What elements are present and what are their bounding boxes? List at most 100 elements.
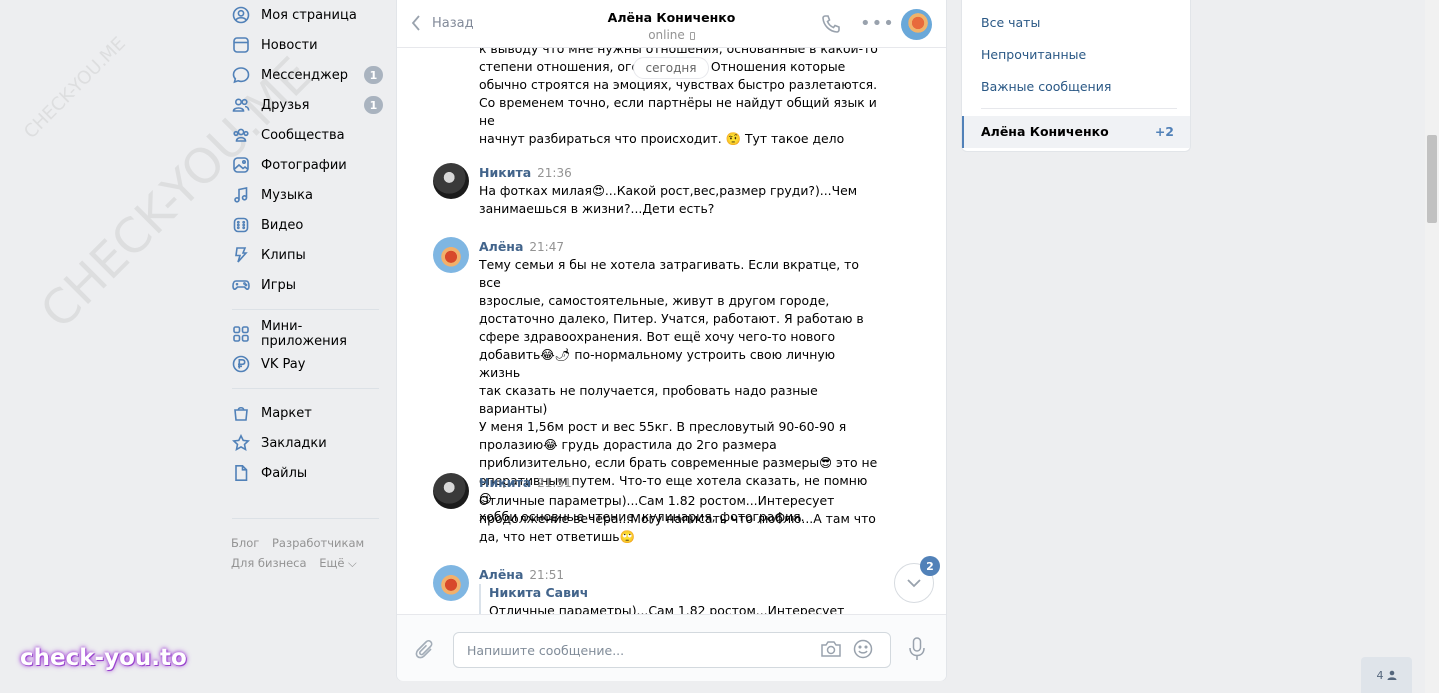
nav-item-label: Клипы bbox=[261, 247, 306, 263]
star-icon bbox=[232, 434, 250, 452]
nav-item-star[interactable]: Закладки bbox=[222, 428, 387, 458]
nav-item-vkpay[interactable]: VK Pay bbox=[222, 349, 387, 379]
nav-divider bbox=[232, 518, 379, 519]
nav-item-label: Сообщества bbox=[261, 127, 345, 143]
left-navigation: Моя страница Новости Мессенджер 1 Друзья 1 Соо… bbox=[222, 0, 387, 573]
file-icon bbox=[232, 464, 250, 482]
nav-item-gamepad[interactable]: Игры bbox=[222, 270, 387, 300]
nav-item-bag[interactable]: Маркет bbox=[222, 398, 387, 428]
nav-item-label: Мини-приложения bbox=[261, 319, 347, 349]
nav-item-news[interactable]: Новости bbox=[222, 30, 387, 60]
message-text: На фотках милая😍...Какой рост,вес,размер… bbox=[479, 183, 858, 216]
camera-button[interactable] bbox=[820, 640, 842, 662]
folder-divider bbox=[981, 108, 1177, 109]
counter-badge: 1 bbox=[364, 66, 383, 84]
footer-business-link[interactable]: Для бизнеса bbox=[231, 556, 307, 570]
nav-item-user[interactable]: Моя страница bbox=[222, 0, 387, 30]
message-author[interactable]: Никита bbox=[479, 475, 531, 490]
page-scrollbar[interactable] bbox=[1425, 0, 1439, 693]
smile-icon bbox=[853, 639, 873, 659]
voice-button[interactable] bbox=[908, 637, 926, 665]
friends-icon bbox=[232, 96, 250, 114]
community-icon bbox=[232, 126, 250, 144]
nav-item-chat[interactable]: Мессенджер 1 bbox=[222, 60, 387, 90]
footer-more-link[interactable]: Ещё ⌵ bbox=[319, 556, 357, 570]
nav-item-video[interactable]: Видео bbox=[222, 210, 387, 240]
scrollbar-thumb[interactable] bbox=[1427, 135, 1437, 223]
diagonal-watermark-small: CHECK-YOU.ME bbox=[20, 33, 130, 143]
camera-icon bbox=[821, 641, 841, 657]
nav-item-label: Мессенджер bbox=[261, 67, 348, 83]
chat-folders: Все чаты Непрочитанные Важные сообщения … bbox=[961, 0, 1191, 152]
message-time: 21:47 bbox=[529, 240, 564, 254]
video-icon bbox=[232, 216, 250, 234]
person-icon bbox=[1387, 670, 1396, 680]
active-chat-count: +2 bbox=[1154, 124, 1174, 139]
chat-icon bbox=[232, 66, 250, 84]
avatar[interactable] bbox=[433, 237, 469, 273]
message-time: 21:51 bbox=[537, 476, 572, 490]
message-text: Отличные параметры)...Сам 1.82 ростом...… bbox=[479, 493, 876, 544]
nav-item-apps[interactable]: Мини-приложения bbox=[222, 319, 387, 349]
nav-item-label: Друзья bbox=[261, 97, 310, 113]
online-friends-button[interactable]: 4 bbox=[1361, 657, 1412, 693]
gamepad-icon bbox=[232, 276, 250, 294]
active-chat-item[interactable]: Алёна Кониченко +2 bbox=[962, 116, 1190, 148]
folder-all-chats[interactable]: Все чаты bbox=[981, 15, 1040, 30]
unread-badge: 2 bbox=[920, 556, 940, 576]
paperclip-icon bbox=[415, 640, 433, 659]
nav-item-label: Закладки bbox=[261, 435, 327, 451]
nav-item-music[interactable]: Музыка bbox=[222, 180, 387, 210]
nav-item-photo[interactable]: Фотографии bbox=[222, 150, 387, 180]
message-time: 21:36 bbox=[537, 166, 572, 180]
nav-item-label: Файлы bbox=[261, 465, 308, 481]
avatar[interactable] bbox=[433, 565, 469, 601]
nav-item-friends[interactable]: Друзья 1 bbox=[222, 90, 387, 120]
nav-item-label: Видео bbox=[261, 217, 304, 233]
counter-badge: 1 bbox=[364, 96, 383, 114]
vkpay-icon bbox=[232, 355, 250, 373]
nav-footer: Блог Разработчикам Для бизнеса Ещё ⌵ bbox=[222, 533, 387, 573]
call-button[interactable] bbox=[821, 14, 841, 38]
forwarded-reply[interactable]: Никита Савич Отличные параметры)...Сам 1… bbox=[479, 584, 879, 614]
nav-item-label: Фотографии bbox=[261, 157, 347, 173]
avatar[interactable] bbox=[433, 163, 469, 199]
chevron-down-icon bbox=[907, 579, 921, 588]
message-author[interactable]: Алёна bbox=[479, 567, 523, 582]
message-list: сегодня к выводу что мне нужны отношения… bbox=[397, 48, 946, 614]
message-composer bbox=[397, 614, 946, 681]
attach-button[interactable] bbox=[415, 639, 435, 665]
nav-item-file[interactable]: Файлы bbox=[222, 458, 387, 488]
news-icon bbox=[232, 36, 250, 54]
avatar[interactable] bbox=[433, 473, 469, 509]
folder-unread[interactable]: Непрочитанные bbox=[981, 47, 1086, 62]
nav-item-clips[interactable]: Клипы bbox=[222, 240, 387, 270]
microphone-icon bbox=[909, 637, 925, 660]
nav-item-label: Моя страница bbox=[261, 7, 357, 23]
scroll-down-button[interactable]: 2 bbox=[894, 556, 940, 603]
date-divider: сегодня bbox=[633, 57, 709, 79]
footer-blog-link[interactable]: Блог bbox=[231, 536, 259, 550]
chat-panel: Назад Алёна Кониченко online ••• сегодня… bbox=[396, 0, 947, 681]
nav-item-label: Игры bbox=[261, 277, 297, 293]
footer-dev-link[interactable]: Разработчикам bbox=[272, 536, 364, 550]
message-author[interactable]: Никита bbox=[479, 165, 531, 180]
reply-text: Отличные параметры)...Сам 1.82 ростом...… bbox=[489, 603, 845, 614]
nav-item-label: VK Pay bbox=[261, 356, 306, 372]
folder-important[interactable]: Важные сообщения bbox=[981, 79, 1111, 94]
mobile-icon bbox=[689, 32, 695, 40]
active-chat-name: Алёна Кониченко bbox=[981, 124, 1109, 139]
nav-divider bbox=[232, 309, 379, 310]
emoji-button[interactable] bbox=[853, 639, 873, 663]
apps-icon bbox=[232, 325, 250, 343]
nav-item-label: Маркет bbox=[261, 405, 312, 421]
chat-avatar[interactable] bbox=[901, 9, 932, 40]
music-icon bbox=[232, 186, 250, 204]
message-author[interactable]: Алёна bbox=[479, 239, 523, 254]
nav-item-community[interactable]: Сообщества bbox=[222, 120, 387, 150]
more-icon[interactable]: ••• bbox=[860, 14, 895, 34]
bag-icon bbox=[232, 404, 250, 422]
nav-divider bbox=[232, 388, 379, 389]
clips-icon bbox=[232, 246, 250, 264]
nav-item-label: Музыка bbox=[261, 187, 313, 203]
